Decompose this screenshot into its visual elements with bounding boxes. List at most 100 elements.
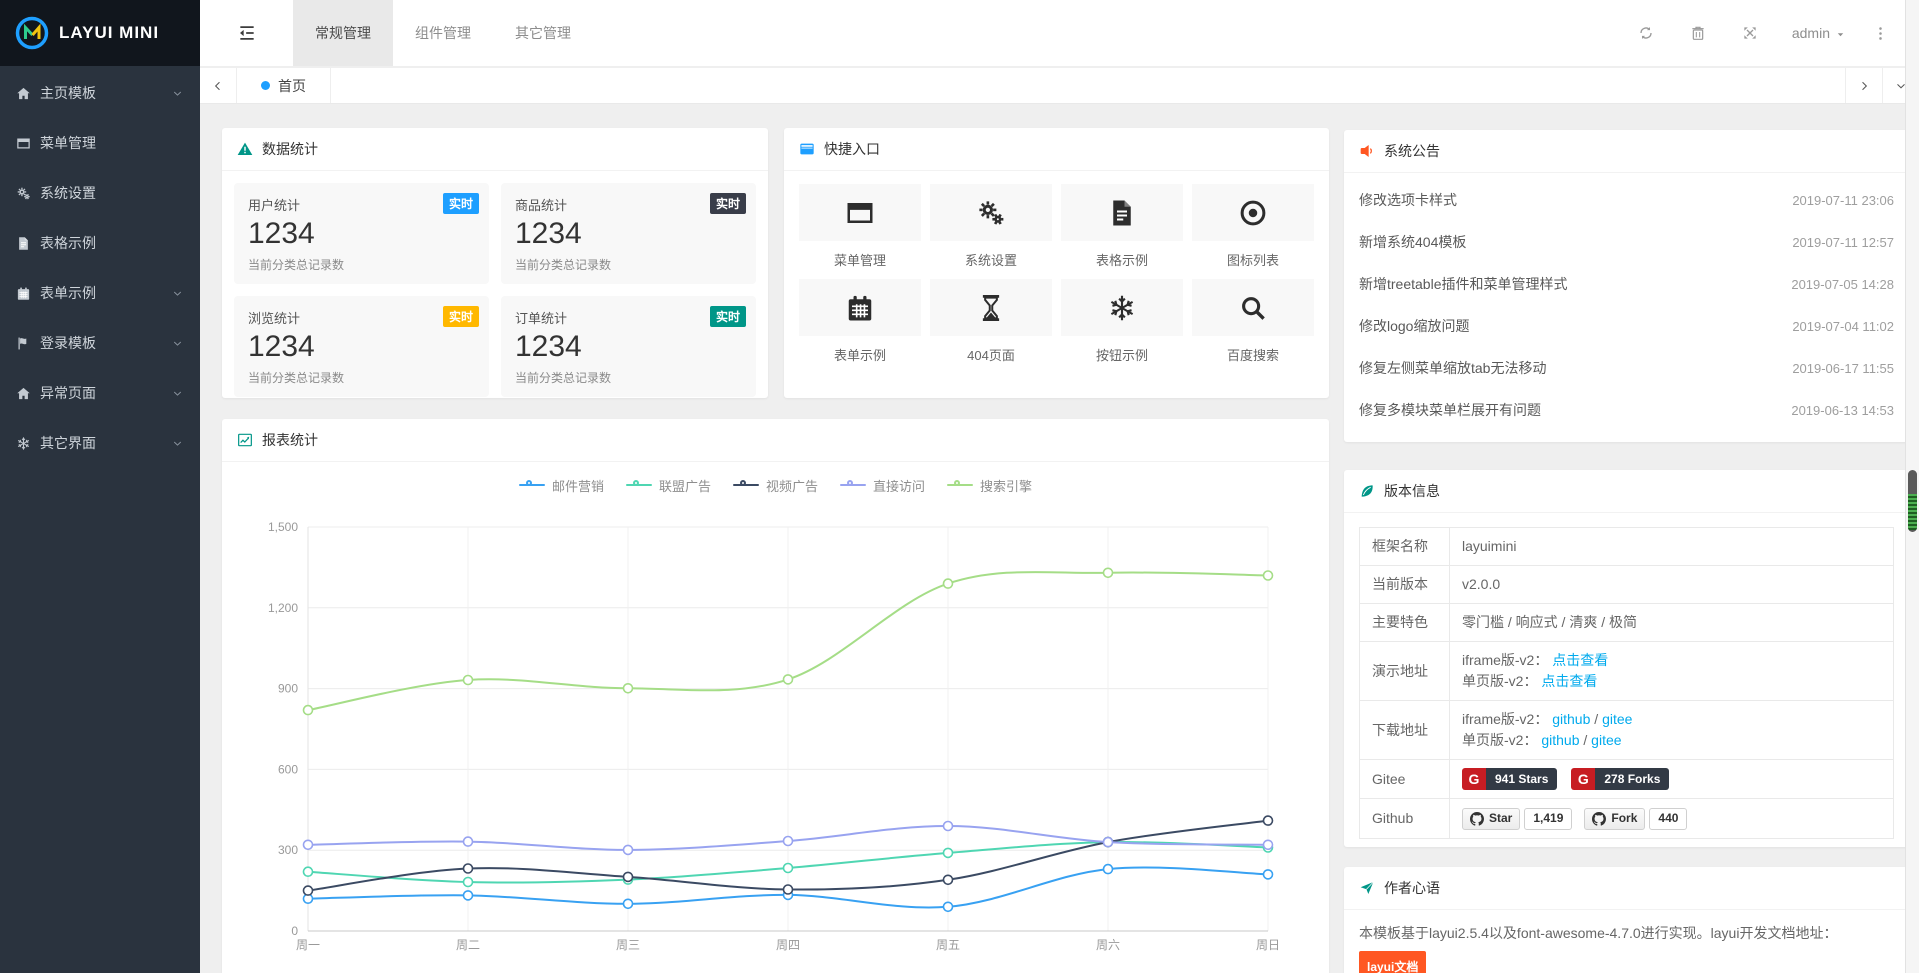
tab-item-home[interactable]: 首页	[237, 68, 331, 103]
link[interactable]: gitee	[1591, 732, 1621, 748]
announcement-title: 修复左侧菜单缩放tab无法移动	[1359, 358, 1546, 378]
version-table: 框架名称layuimini当前版本v2.0.0主要特色零门槛 / 响应式 / 清…	[1359, 527, 1894, 839]
sidebar-item[interactable]: 表格示例	[0, 218, 200, 268]
announcement-row: 修复多模块菜单栏展开有问题 2019-06-13 14:53	[1359, 389, 1894, 431]
quick-entry[interactable]: 百度搜索	[1192, 279, 1314, 374]
octocat-icon	[1470, 812, 1484, 826]
leaf-icon	[1359, 483, 1375, 499]
search-icon	[1238, 293, 1268, 323]
legend-label: 直接访问	[873, 476, 925, 495]
quick-entry[interactable]: 按钮示例	[1061, 279, 1183, 374]
github-count: 1,419	[1524, 808, 1572, 830]
card-data-stats: 数据统计 用户统计 实时 1234 当前分类总记录数 商品统计 实时 1234 …	[222, 128, 768, 398]
fullscreen-button[interactable]	[1724, 25, 1776, 41]
link[interactable]: github	[1552, 711, 1590, 727]
svg-text:600: 600	[278, 762, 298, 776]
stat-caption: 当前分类总记录数	[515, 369, 742, 386]
announcement-date: 2019-06-13 14:53	[1791, 403, 1894, 418]
sidebar-item-label: 异常页面	[40, 383, 96, 403]
nav-tab[interactable]: 其它管理	[493, 0, 593, 66]
stats-grid: 用户统计 实时 1234 当前分类总记录数 商品统计 实时 1234 当前分类总…	[222, 171, 768, 409]
svg-text:0: 0	[291, 924, 298, 938]
calendar-icon	[845, 293, 875, 323]
legend-label: 搜索引擎	[980, 476, 1032, 495]
legend-item[interactable]: 直接访问	[840, 476, 925, 495]
nav-tab[interactable]: 组件管理	[393, 0, 493, 66]
link[interactable]: github	[1541, 732, 1579, 748]
version-label: Gitee	[1360, 760, 1450, 799]
quick-entry-label: 菜单管理	[799, 250, 921, 269]
link[interactable]: 点击查看	[1552, 652, 1608, 668]
legend-label: 邮件营销	[552, 476, 604, 495]
collapse-sidebar-button[interactable]	[200, 0, 293, 66]
sidebar-item-label: 系统设置	[40, 183, 96, 203]
card-author-words: 作者心语 本模板基于layui2.5.4以及font-awesome-4.7.0…	[1344, 867, 1909, 973]
github-count: 440	[1649, 808, 1687, 830]
stat-label: 浏览统计	[248, 308, 475, 327]
quick-entry[interactable]: 表格示例	[1061, 184, 1183, 279]
sidebar-item[interactable]: 异常页面	[0, 368, 200, 418]
nav-tab[interactable]: 常规管理	[293, 0, 393, 66]
stat-label: 用户统计	[248, 195, 475, 214]
sidebar-item-label: 主页模板	[40, 83, 96, 103]
stat-badge: 实时	[443, 306, 479, 327]
tab-active-dot	[261, 81, 270, 90]
legend-item[interactable]: 搜索引擎	[947, 476, 1032, 495]
window-scrollbar-thumb[interactable]	[1908, 470, 1917, 532]
svg-text:周三: 周三	[616, 938, 640, 952]
svg-text:1,500: 1,500	[268, 520, 298, 534]
sidebar-item[interactable]: 表单示例	[0, 268, 200, 318]
tab-items: 首页	[237, 68, 331, 103]
window-scrollbar-track[interactable]	[1905, 0, 1919, 973]
announcement-title: 修复多模块菜单栏展开有问题	[1359, 400, 1541, 420]
stat-caption: 当前分类总记录数	[248, 369, 475, 386]
chart-legend: 邮件营销 联盟广告 视频广告 直接访问 搜索引擎	[222, 474, 1329, 496]
legend-item[interactable]: 联盟广告	[626, 476, 711, 495]
more-menu-button[interactable]	[1863, 25, 1897, 42]
sidebar-item-label: 登录模板	[40, 333, 96, 353]
legend-item[interactable]: 邮件营销	[519, 476, 604, 495]
gitee-badge[interactable]: G941 Stars	[1462, 768, 1557, 790]
announcement-row: 修复左侧菜单缩放tab无法移动 2019-06-17 11:55	[1359, 347, 1894, 389]
sidebar-item[interactable]: 菜单管理	[0, 118, 200, 168]
github-badge[interactable]: Fork440	[1584, 808, 1687, 830]
stat-label: 订单统计	[515, 308, 742, 327]
announcement-date: 2019-06-17 11:55	[1792, 361, 1894, 376]
quick-entry[interactable]: 菜单管理	[799, 184, 921, 279]
quick-entry[interactable]: 表单示例	[799, 279, 921, 374]
github-badge[interactable]: Star1,419	[1462, 808, 1572, 830]
sidebar-item-label: 表单示例	[40, 283, 96, 303]
tab-scroll-left-button[interactable]	[200, 68, 237, 103]
quick-entry[interactable]: 404页面	[930, 279, 1052, 374]
quick-entry[interactable]: 系统设置	[930, 184, 1052, 279]
legend-label: 视频广告	[766, 476, 818, 495]
tab-control-chev-right[interactable]	[1845, 68, 1882, 103]
clear-cache-button[interactable]	[1672, 25, 1724, 41]
sidebar-item[interactable]: 其它界面	[0, 418, 200, 468]
version-row: 框架名称layuimini	[1360, 528, 1894, 566]
legend-label: 联盟广告	[659, 476, 711, 495]
card-title: 版本信息	[1384, 481, 1440, 501]
sidebar-item[interactable]: 登录模板	[0, 318, 200, 368]
refresh-button[interactable]	[1620, 25, 1672, 41]
version-label: 主要特色	[1360, 604, 1450, 642]
link[interactable]: gitee	[1602, 711, 1632, 727]
sidebar-item[interactable]: 系统设置	[0, 168, 200, 218]
quick-entry[interactable]: 图标列表	[1192, 184, 1314, 279]
stat-box: 浏览统计 实时 1234 当前分类总记录数	[234, 296, 489, 397]
announcement-date: 2019-07-11 12:57	[1792, 235, 1894, 250]
stat-caption: 当前分类总记录数	[515, 256, 742, 273]
legend-item[interactable]: 视频广告	[733, 476, 818, 495]
gitee-badge[interactable]: G278 Forks	[1571, 768, 1669, 790]
brand-title: LAYUI MINI	[59, 23, 159, 43]
link[interactable]: 点击查看	[1541, 673, 1597, 689]
user-menu[interactable]: admin	[1776, 25, 1863, 41]
stat-caption: 当前分类总记录数	[248, 256, 475, 273]
window-icon	[16, 136, 31, 151]
brand-logo[interactable]: LAYUI MINI	[0, 0, 200, 66]
legend-marker	[733, 480, 759, 490]
layui-doc-badge[interactable]: layui文档	[1359, 951, 1426, 973]
chevron-down-icon	[171, 287, 184, 300]
author-body: 本模板基于layui2.5.4以及font-awesome-4.7.0进行实现。…	[1344, 910, 1909, 973]
sidebar-item[interactable]: 主页模板	[0, 68, 200, 118]
